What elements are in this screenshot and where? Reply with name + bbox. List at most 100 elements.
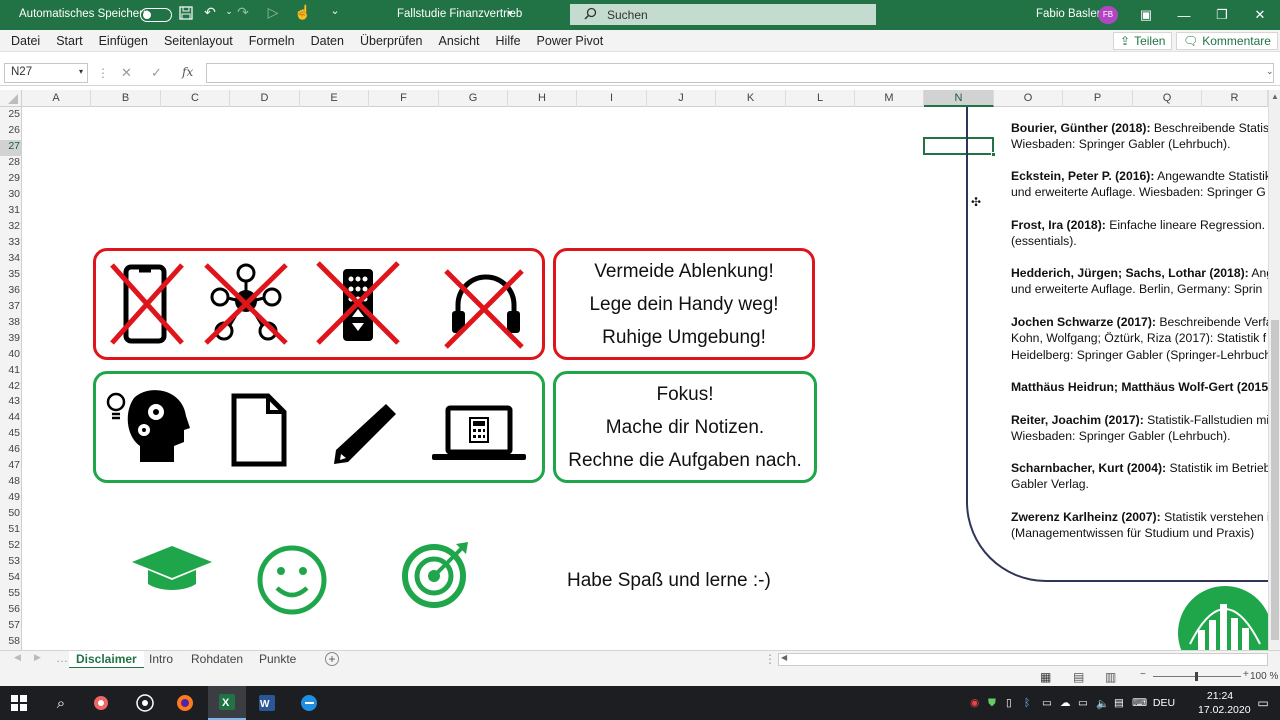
row-header[interactable]: 38 (0, 316, 22, 332)
language-indicator[interactable]: DEU (1150, 697, 1178, 709)
row-header[interactable]: 53 (0, 555, 22, 571)
ribbon-display-icon[interactable]: ▣ (1127, 0, 1165, 30)
row-header[interactable]: 48 (0, 475, 22, 491)
minimize-icon[interactable]: — (1165, 0, 1203, 30)
page-layout-view-icon[interactable]: ▤ (1073, 670, 1084, 684)
next-sheet-icon[interactable]: ▶ (34, 652, 41, 663)
firefox-icon[interactable] (166, 686, 204, 720)
touch-mode-icon[interactable]: ☝ (292, 4, 314, 21)
column-header-l[interactable]: L (786, 90, 855, 107)
sheet-tab-disclaimer[interactable]: Disclaimer (69, 651, 144, 669)
bluetooth-icon[interactable]: ᛒ (1024, 697, 1042, 709)
tab-splitter-icon[interactable]: ⋮ (764, 652, 776, 666)
tray-security-icon[interactable]: ⛊ (988, 697, 1006, 710)
save-icon[interactable] (175, 6, 197, 23)
row-header[interactable]: 29 (0, 172, 22, 188)
clock[interactable]: 21:24 17.02.2020 (1198, 689, 1251, 717)
close-icon[interactable]: ✕ (1241, 0, 1279, 30)
column-header-p[interactable]: P (1063, 90, 1133, 107)
column-header-a[interactable]: A (22, 90, 91, 107)
avatar[interactable]: FB (1098, 6, 1118, 24)
snipping-tool-icon[interactable] (82, 686, 120, 720)
column-header-c[interactable]: C (161, 90, 230, 107)
tab-power-pivot[interactable]: Power Pivot (529, 34, 612, 48)
row-header[interactable]: 37 (0, 300, 22, 316)
cancel-icon[interactable]: ✕ (121, 65, 132, 81)
search-input[interactable]: Suchen (570, 4, 876, 25)
row-header[interactable]: 55 (0, 587, 22, 603)
excel-taskbar-icon[interactable]: X (208, 686, 246, 720)
tab-datei[interactable]: Datei (3, 34, 48, 48)
row-header[interactable]: 40 (0, 348, 22, 364)
format-painter-icon[interactable]: ▷ (262, 4, 284, 21)
taskbar-search-icon[interactable]: ⌕ (42, 686, 80, 720)
name-box-dropdown-icon[interactable]: ▾ (79, 67, 83, 76)
column-header-o[interactable]: O (994, 90, 1063, 107)
column-header-e[interactable]: E (300, 90, 369, 107)
row-header[interactable]: 26 (0, 124, 22, 140)
enter-icon[interactable]: ✓ (151, 65, 162, 81)
normal-view-icon[interactable]: ▦ (1040, 670, 1051, 684)
row-header[interactable]: 39 (0, 332, 22, 348)
tab-formeln[interactable]: Formeln (241, 34, 303, 48)
column-header-m[interactable]: M (855, 90, 924, 107)
row-header[interactable]: 50 (0, 507, 22, 523)
windows-start-icon[interactable] (0, 686, 38, 720)
column-header-j[interactable]: J (647, 90, 716, 107)
zoom-out-icon[interactable]: − (1140, 669, 1146, 680)
row-header[interactable]: 34 (0, 252, 22, 268)
scroll-up-icon[interactable]: ▲ (1271, 92, 1279, 101)
column-header-f[interactable]: F (369, 90, 439, 107)
row-header[interactable]: 52 (0, 539, 22, 555)
expand-formula-bar-icon[interactable]: ⌄ (1266, 66, 1274, 77)
sheet-tab-punkte[interactable]: Punkte (252, 651, 303, 669)
prev-sheet-icon[interactable]: ◀ (14, 652, 21, 663)
obs-icon[interactable] (126, 686, 164, 720)
restore-icon[interactable]: ❐ (1203, 0, 1241, 30)
vertical-scrollbar[interactable]: ▲ (1268, 90, 1280, 650)
column-header-k[interactable]: K (716, 90, 786, 107)
tray-network-icon[interactable]: ▭ (1042, 697, 1060, 709)
tab-daten[interactable]: Daten (303, 34, 352, 48)
row-header[interactable]: 31 (0, 204, 22, 220)
row-header[interactable]: 43 (0, 395, 22, 411)
zoom-in-icon[interactable]: + (1243, 669, 1249, 680)
column-header-b[interactable]: B (91, 90, 161, 107)
redo-icon[interactable]: ↷ (232, 4, 254, 21)
share-button[interactable]: ⇪ Teilen (1113, 32, 1173, 50)
row-header[interactable]: 56 (0, 603, 22, 619)
column-header-i[interactable]: I (577, 90, 647, 107)
row-header[interactable]: 41 (0, 364, 22, 380)
autosave-toggle[interactable] (140, 8, 172, 22)
customize-toolbar-icon[interactable]: ⌄ (324, 4, 346, 17)
zoom-level[interactable]: 100 % (1250, 671, 1278, 682)
sheet-tab-intro[interactable]: Intro (142, 651, 180, 669)
tab-ansicht[interactable]: Ansicht (431, 34, 488, 48)
row-header[interactable]: 58 (0, 635, 22, 651)
row-header[interactable]: 25 (0, 108, 22, 124)
row-header[interactable]: 44 (0, 411, 22, 427)
volume-icon[interactable]: 🔈 (1096, 697, 1114, 710)
tray-cloud-icon[interactable]: ☁ (1060, 697, 1078, 709)
column-header-q[interactable]: Q (1133, 90, 1202, 107)
more-sheets-icon[interactable]: … (56, 651, 68, 665)
row-header[interactable]: 45 (0, 427, 22, 443)
word-taskbar-icon[interactable]: W (248, 686, 286, 720)
insert-function-icon[interactable]: fx (182, 65, 193, 79)
row-header[interactable]: 57 (0, 619, 22, 635)
page-break-view-icon[interactable]: ▥ (1105, 670, 1116, 684)
scroll-left-icon[interactable]: ◀ (781, 653, 787, 662)
row-header[interactable]: 46 (0, 443, 22, 459)
zoom-slider-thumb[interactable] (1195, 672, 1198, 681)
tab-seitenlayout[interactable]: Seitenlayout (156, 34, 241, 48)
tray-app-icon[interactable]: ◉ (970, 697, 988, 709)
column-header-r[interactable]: R (1202, 90, 1268, 107)
row-header[interactable]: 36 (0, 284, 22, 300)
edge-icon[interactable] (290, 686, 328, 720)
row-header[interactable]: 54 (0, 571, 22, 587)
tab-einfuegen[interactable]: Einfügen (91, 34, 156, 48)
tab-ueberpruefen[interactable]: Überprüfen (352, 34, 431, 48)
tab-hilfe[interactable]: Hilfe (488, 34, 529, 48)
vertical-scroll-thumb[interactable] (1271, 320, 1279, 640)
row-header[interactable]: 51 (0, 523, 22, 539)
